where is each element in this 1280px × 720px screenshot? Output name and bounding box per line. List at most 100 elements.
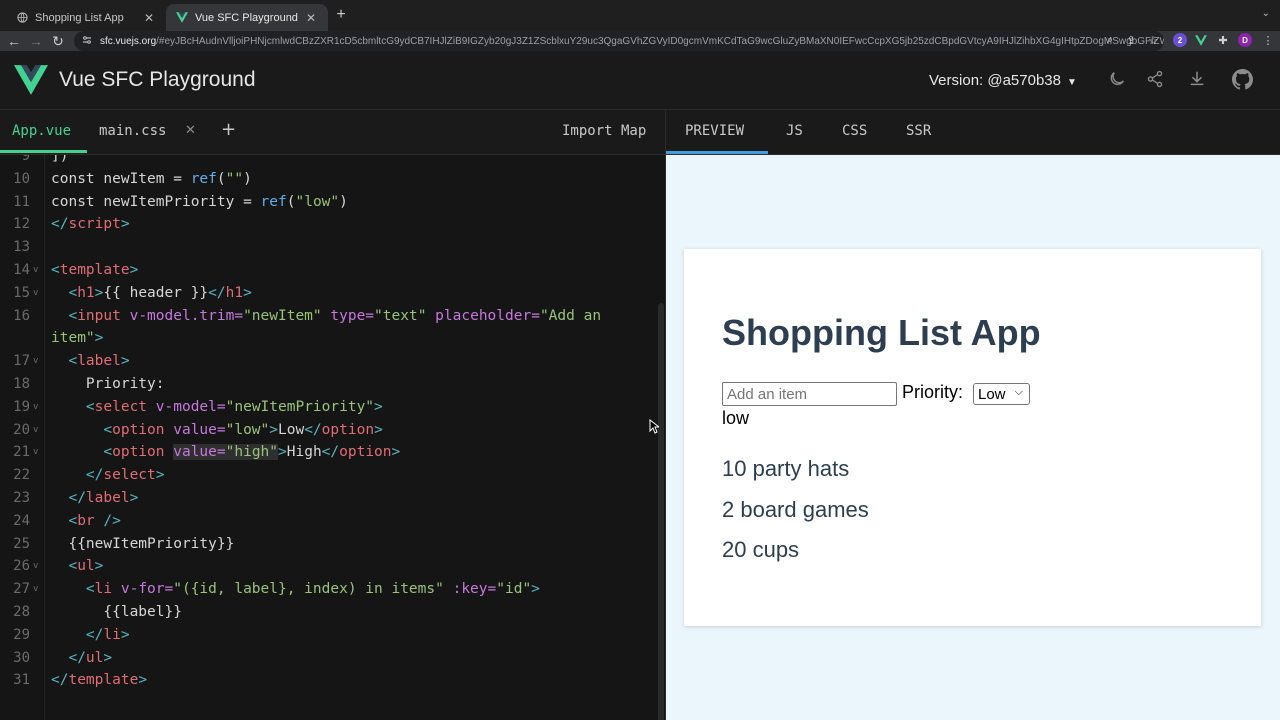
tab-preview[interactable]: PREVIEW xyxy=(685,123,744,139)
back-icon[interactable]: ← xyxy=(6,32,22,50)
code-line[interactable]: 15 v <h1>{{ header }}</h1> xyxy=(0,282,665,305)
fold-chevron-icon[interactable]: v xyxy=(33,396,38,419)
import-map-button[interactable]: Import Map xyxy=(562,123,646,139)
code-token: value= xyxy=(164,421,226,438)
fold-chevron-icon[interactable]: v xyxy=(33,555,38,578)
fold-chevron-icon[interactable]: v xyxy=(33,419,38,442)
code-token: "({id, label}, index) in items" xyxy=(173,581,444,598)
priority-select[interactable]: Low ⌵ xyxy=(973,383,1030,405)
code-line[interactable]: 22 </select> xyxy=(0,464,665,487)
code-token: High xyxy=(286,444,322,461)
browser-tab-shopping-list[interactable]: Shopping List App ✕ xyxy=(6,4,166,31)
code-line[interactable]: 16 <input v-model.trim="newItem" type="t… xyxy=(0,305,665,328)
add-file-button[interactable]: + xyxy=(221,119,236,140)
tab-css[interactable]: CSS xyxy=(842,123,867,139)
bookmark-star-icon[interactable]: ☆ xyxy=(1146,33,1160,47)
browser-tab-vue-playground[interactable]: Vue SFC Playground ✕ xyxy=(166,4,328,31)
tab-ssr[interactable]: SSR xyxy=(906,123,931,139)
code-line[interactable]: 25 {{newItemPriority}} xyxy=(0,533,665,556)
new-tab-button[interactable]: + xyxy=(332,6,350,24)
code-token: li xyxy=(103,626,121,643)
code-line[interactable]: 13 xyxy=(0,236,665,259)
code-token: < xyxy=(51,558,78,575)
code-line[interactable]: 14 v <template> xyxy=(0,259,665,282)
code-token: v-model= xyxy=(147,398,226,415)
code-token: > xyxy=(94,558,104,575)
code-text: item"> xyxy=(51,327,103,350)
code-line[interactable]: 9]) xyxy=(0,155,665,168)
browser-tabstrip: Shopping List App ✕ Vue SFC Playground ✕… xyxy=(0,0,1280,31)
code-token: type= xyxy=(321,307,375,324)
code-line[interactable]: 30 </ul> xyxy=(0,647,665,670)
code-line[interactable]: 12 </script> xyxy=(0,213,665,236)
code-token: template xyxy=(59,262,130,278)
code-line[interactable]: 27 v <li v-for="({id, label}, index) in i… xyxy=(0,578,665,601)
code-line[interactable]: 17 v <label> xyxy=(0,350,665,373)
code-line[interactable]: 29 </li> xyxy=(0,624,665,647)
version-select[interactable]: Version: @a570b38 ▼ xyxy=(929,72,1077,89)
zoom-icon[interactable]: ⌕ xyxy=(1103,33,1117,47)
moon-icon[interactable] xyxy=(1106,68,1128,90)
code-line[interactable]: 23 </label> xyxy=(0,487,665,510)
share-icon[interactable]: ⇪ xyxy=(1124,33,1138,47)
code-line[interactable]: 11 const newItemPriority = ref("low") xyxy=(0,191,665,214)
code-token: "" xyxy=(225,170,244,187)
code-line[interactable]: 19 v <select v-model="newItemPriority"> xyxy=(0,396,665,419)
extension-icon[interactable]: 2 xyxy=(1173,33,1187,47)
code-token: ref xyxy=(190,170,217,187)
code-text: <ul> xyxy=(51,555,103,578)
share-icon[interactable] xyxy=(1144,68,1166,90)
code-line[interactable]: 26 v <ul> xyxy=(0,555,665,578)
line-number: 22 xyxy=(13,467,30,484)
code-text: </ul> xyxy=(51,647,112,670)
fold-chevron-icon[interactable]: v xyxy=(33,282,38,305)
chevron-down-icon[interactable]: ⌄ xyxy=(1262,8,1270,19)
add-item-input[interactable] xyxy=(722,382,897,406)
code-token: label xyxy=(85,490,130,506)
file-tab-main-css[interactable]: main.css xyxy=(99,123,166,139)
site-info-icon[interactable] xyxy=(82,35,92,48)
code-line[interactable]: 21 v <option value="high">High</option> xyxy=(0,441,665,464)
code-token: h1 xyxy=(77,284,95,301)
code-token: /> xyxy=(94,512,121,529)
forward-icon[interactable]: → xyxy=(28,32,44,50)
close-icon[interactable]: ✕ xyxy=(185,123,196,138)
code-token: ( xyxy=(216,170,226,187)
fold-chevron-icon[interactable]: v xyxy=(33,259,38,282)
code-editor[interactable]: 9]) 10 const newItem = ref("") 11 const newI… xyxy=(0,155,665,720)
address-bar[interactable]: sfc.vuejs.org/#eyJBcHAudnVlljoiPHNjcmlwd… xyxy=(74,31,1164,51)
code-text: <select v-model="newItemPriority"> xyxy=(51,396,383,419)
profile-avatar[interactable]: D xyxy=(1238,33,1252,47)
file-tab-app-vue[interactable]: App.vue xyxy=(12,123,71,139)
code-line[interactable]: 20 v <option value="low">Low</option> xyxy=(0,419,665,442)
code-line[interactable]: 10 const newItem = ref("") xyxy=(0,168,665,191)
code-token: </ xyxy=(51,216,69,233)
github-icon[interactable] xyxy=(1231,68,1253,90)
download-icon[interactable] xyxy=(1186,68,1208,90)
code-text: const newItem = ref("") xyxy=(51,168,252,191)
extensions-puzzle-icon[interactable]: ✚ xyxy=(1216,33,1230,47)
code-token: "id" xyxy=(496,581,532,598)
code-line[interactable]: 24 <br /> xyxy=(0,510,665,533)
close-icon[interactable]: ✕ xyxy=(142,11,156,25)
code-token: value= xyxy=(173,444,226,461)
code-line[interactable]: 28 {{label}} xyxy=(0,601,665,624)
code-line[interactable]: 31 </template> xyxy=(0,669,665,692)
fold-chevron-icon[interactable]: v xyxy=(33,350,38,373)
vue-devtools-icon[interactable] xyxy=(1194,33,1208,47)
fold-chevron-icon[interactable]: v xyxy=(33,441,38,464)
code-token: ]) xyxy=(51,155,69,164)
code-token: select xyxy=(103,467,156,484)
code-line[interactable]: item"> xyxy=(0,327,665,350)
priority-select-value: Low xyxy=(978,385,1006,403)
fold-chevron-icon[interactable]: v xyxy=(33,578,38,601)
line-number: 15 xyxy=(13,284,30,301)
editor-scrollbar[interactable] xyxy=(658,303,664,720)
more-menu-icon[interactable]: ⋮ xyxy=(1261,33,1275,47)
close-icon[interactable]: ✕ xyxy=(304,11,318,25)
code-token: ul xyxy=(85,649,104,666)
code-line[interactable]: 18 Priority: xyxy=(0,373,665,396)
reload-icon[interactable]: ↻ xyxy=(50,32,66,50)
tab-js[interactable]: JS xyxy=(786,123,803,139)
line-number: 17 xyxy=(13,353,30,370)
